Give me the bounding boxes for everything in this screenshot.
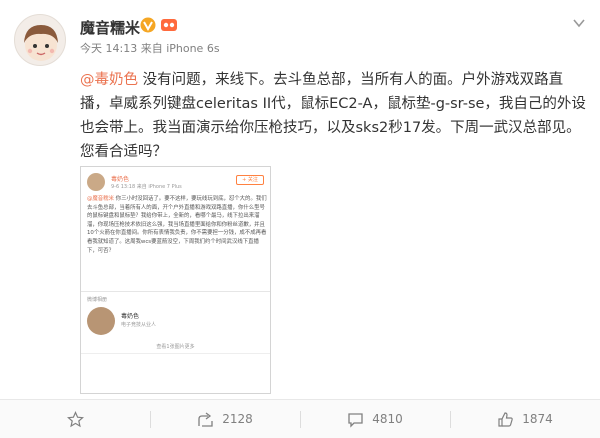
quoted-avatar (87, 173, 105, 191)
divider (81, 353, 270, 354)
comment-icon (348, 412, 363, 428)
post-text: @毒奶色 没有问题，来线下。去斗鱼总部，当所有人的面。户外游戏双路直播，卓威系列… (80, 68, 588, 164)
quoted-card-name: 毒奶色 (121, 313, 140, 320)
quoted-section-label: 微博相册 (87, 297, 108, 303)
post-meta: 今天 14:13 来自 iPhone 6s (80, 42, 220, 55)
comment-button[interactable]: 4810 (300, 400, 450, 438)
quoted-name: 毒奶色 (111, 176, 130, 183)
thumbs-up-icon (498, 411, 513, 427)
collect-button[interactable] (0, 400, 150, 438)
like-count: 1874 (522, 412, 553, 426)
more-options-chevron-icon[interactable] (572, 18, 586, 28)
share-icon (198, 411, 213, 427)
quoted-text: @魔音糯米 你三小时没回话了。要不这样，要玩线玩到底，怼个大的。我们去斗鱼总部，… (87, 195, 267, 255)
quoted-text-body: 你三小时没回话了。要不这样，要玩线玩到底，怼个大的。我们去斗鱼总部，当着所有人的… (87, 196, 267, 254)
post-text-body: 没有问题，来线下。去斗鱼总部，当所有人的面。户外游戏双路直播，卓威系列键盘cel… (80, 72, 586, 160)
quoted-screenshot[interactable]: 毒奶色 9-6 13:18 来自 iPhone 7 Plus + 关注 @魔音糯… (80, 166, 271, 394)
quoted-card-avatar (87, 307, 115, 335)
collect-star-icon (66, 410, 84, 427)
verified-icon (140, 17, 156, 33)
mention-link[interactable]: @毒奶色 (80, 72, 138, 88)
comment-count: 4810 (372, 412, 403, 426)
username[interactable]: 魔音糯米 (80, 17, 140, 38)
quoted-more-link: 查看1张图片更多 (156, 344, 195, 350)
quoted-mention: @魔音糯米 (87, 196, 114, 202)
avatar[interactable] (14, 14, 66, 66)
member-badge-icon[interactable] (160, 16, 178, 34)
share-button[interactable]: 2128 (150, 400, 300, 438)
divider (81, 291, 270, 292)
action-bar: 2128 4810 1874 (0, 399, 600, 438)
quoted-card-desc: 电子竞技从业人 (121, 322, 157, 328)
quoted-follow-button: + 关注 (236, 175, 264, 185)
share-count: 2128 (222, 412, 253, 426)
like-button[interactable]: 1874 (450, 400, 600, 438)
quoted-time: 9-6 13:18 来自 iPhone 7 Plus (111, 184, 182, 190)
